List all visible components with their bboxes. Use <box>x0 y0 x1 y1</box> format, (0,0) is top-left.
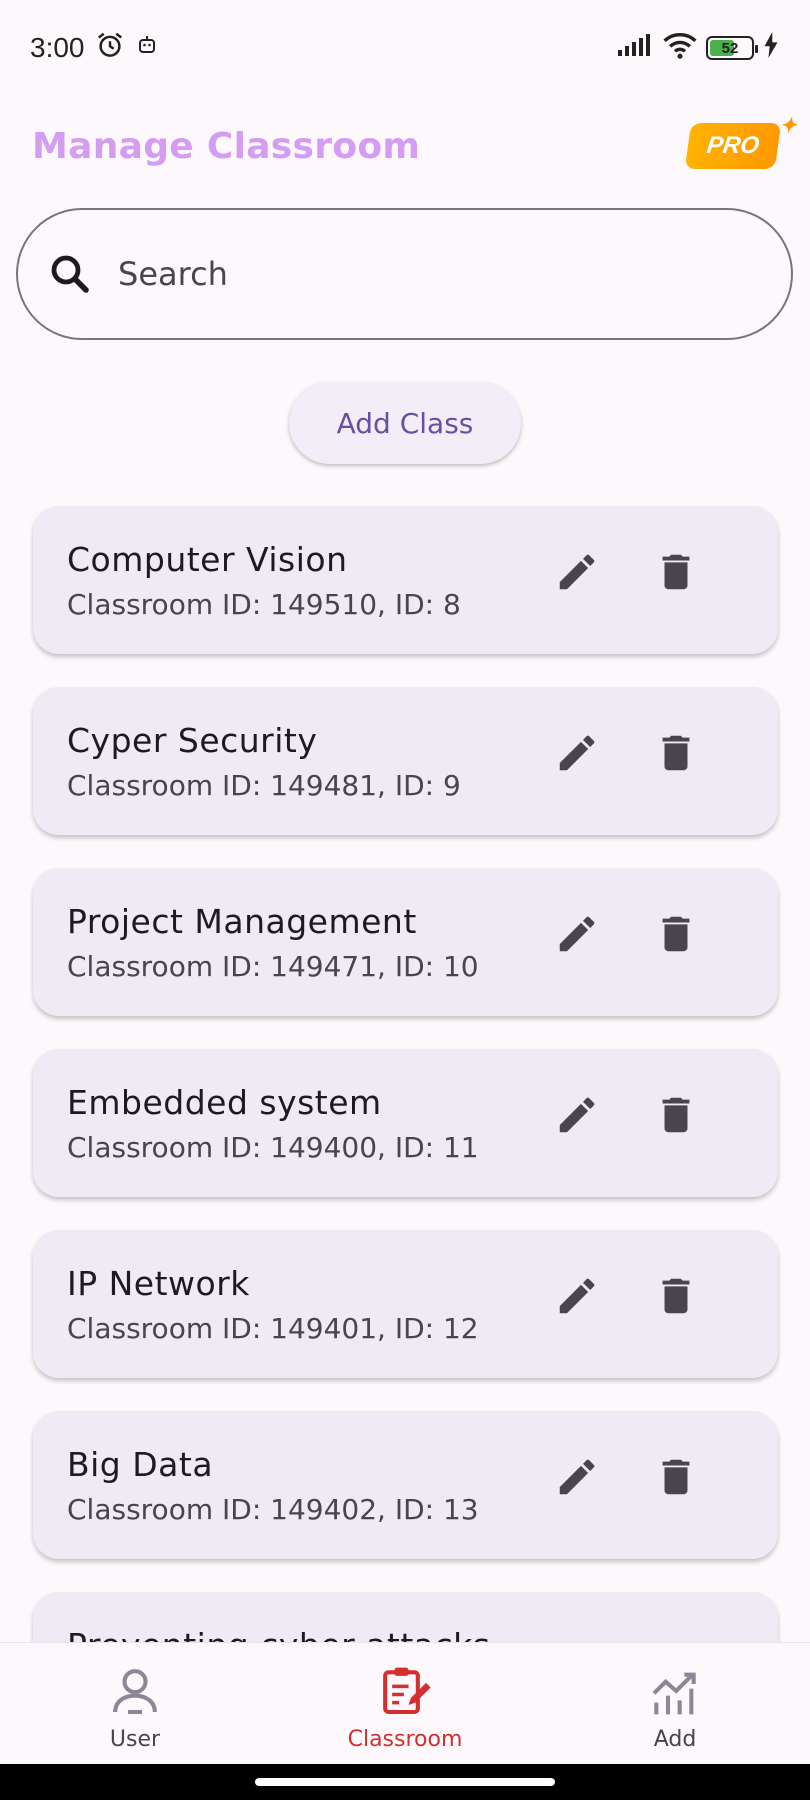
charging-icon <box>762 31 780 65</box>
class-name: Project Management <box>67 902 417 941</box>
gesture-bar <box>0 1764 810 1800</box>
wifi-icon <box>662 31 698 66</box>
pencil-icon <box>559 554 595 590</box>
pencil-icon <box>559 1097 595 1133</box>
trash-icon <box>662 735 690 771</box>
pro-badge-button[interactable]: PRO ✦ <box>684 115 797 169</box>
status-bar: 3:00 52 <box>0 0 810 96</box>
pro-badge-label: PRO <box>705 132 761 159</box>
delete-button[interactable] <box>644 1264 708 1328</box>
nav-item-add[interactable]: Add <box>540 1643 810 1764</box>
delete-button[interactable] <box>644 902 708 966</box>
pencil-icon <box>559 735 595 771</box>
class-list[interactable]: Computer Vision Classroom ID: 149510, ID… <box>0 506 810 1642</box>
class-details: Classroom ID: 149481, ID: 9 <box>67 769 461 802</box>
bottom-nav: User Classroom Add <box>0 1642 810 1764</box>
robot-icon <box>135 32 159 64</box>
class-name: Embedded system <box>67 1083 382 1122</box>
class-name: IP Network <box>67 1264 250 1303</box>
class-card[interactable]: IP Network Classroom ID: 149401, ID: 12 <box>33 1230 778 1378</box>
signal-icon <box>616 32 654 65</box>
edit-button[interactable] <box>545 1264 609 1328</box>
class-details: Classroom ID: 149510, ID: 8 <box>67 588 461 621</box>
class-card[interactable]: Preventing cyber attacks <box>33 1592 778 1642</box>
alarm-icon <box>95 30 125 67</box>
search-input[interactable] <box>118 255 718 293</box>
class-details: Classroom ID: 149402, ID: 13 <box>67 1493 479 1526</box>
sparkle-icon: ✦ <box>780 115 797 137</box>
delete-button[interactable] <box>644 1445 708 1509</box>
classroom-edit-icon <box>383 1667 431 1715</box>
nav-item-user[interactable]: User <box>0 1643 270 1764</box>
trash-icon <box>662 916 690 952</box>
status-right: 52 <box>616 31 780 66</box>
trash-icon <box>662 554 690 590</box>
pencil-icon <box>559 916 595 952</box>
class-card[interactable]: Project Management Classroom ID: 149471,… <box>33 868 778 1016</box>
home-indicator[interactable] <box>255 1778 555 1786</box>
class-name: Cyper Security <box>67 721 318 760</box>
edit-button[interactable] <box>545 721 609 785</box>
delete-button[interactable] <box>644 540 708 604</box>
class-details: Classroom ID: 149471, ID: 10 <box>67 950 479 983</box>
search-bar[interactable] <box>16 208 793 340</box>
chart-icon <box>652 1672 696 1715</box>
edit-button[interactable] <box>545 540 609 604</box>
nav-label-add: Add <box>653 1727 697 1752</box>
trash-icon <box>662 1278 690 1314</box>
class-card[interactable]: Big Data Classroom ID: 149402, ID: 13 <box>33 1411 778 1559</box>
class-details: Classroom ID: 149400, ID: 11 <box>67 1131 479 1164</box>
edit-button[interactable] <box>545 902 609 966</box>
edit-button[interactable] <box>545 1083 609 1147</box>
class-details: Classroom ID: 149401, ID: 12 <box>67 1312 479 1345</box>
pencil-icon <box>559 1278 595 1314</box>
class-name: Big Data <box>67 1445 214 1484</box>
delete-button[interactable] <box>644 721 708 785</box>
status-time: 3:00 <box>30 32 85 63</box>
battery-indicator: 52 <box>706 36 758 60</box>
nav-label-user: User <box>109 1727 161 1752</box>
search-icon <box>51 255 89 293</box>
class-card[interactable]: Cyper Security Classroom ID: 149481, ID:… <box>33 687 778 835</box>
nav-label-classroom: Classroom <box>347 1727 463 1752</box>
class-name: Computer Vision <box>67 540 348 579</box>
class-name: Preventing cyber attacks <box>67 1626 490 1642</box>
nav-item-classroom[interactable]: Classroom <box>270 1643 540 1764</box>
app-bar: Manage Classroom PRO ✦ <box>0 96 810 196</box>
page-title: Manage Classroom <box>32 125 421 167</box>
battery-level: 52 <box>721 39 739 57</box>
pencil-icon <box>559 1459 595 1495</box>
trash-icon <box>662 1097 690 1133</box>
person-icon <box>113 1669 157 1715</box>
add-class-button[interactable]: Add Class <box>289 382 521 464</box>
class-card[interactable]: Computer Vision Classroom ID: 149510, ID… <box>33 506 778 654</box>
edit-button[interactable] <box>545 1445 609 1509</box>
status-left: 3:00 <box>30 30 159 67</box>
delete-button[interactable] <box>644 1083 708 1147</box>
trash-icon <box>662 1459 690 1495</box>
class-card[interactable]: Embedded system Classroom ID: 149400, ID… <box>33 1049 778 1197</box>
